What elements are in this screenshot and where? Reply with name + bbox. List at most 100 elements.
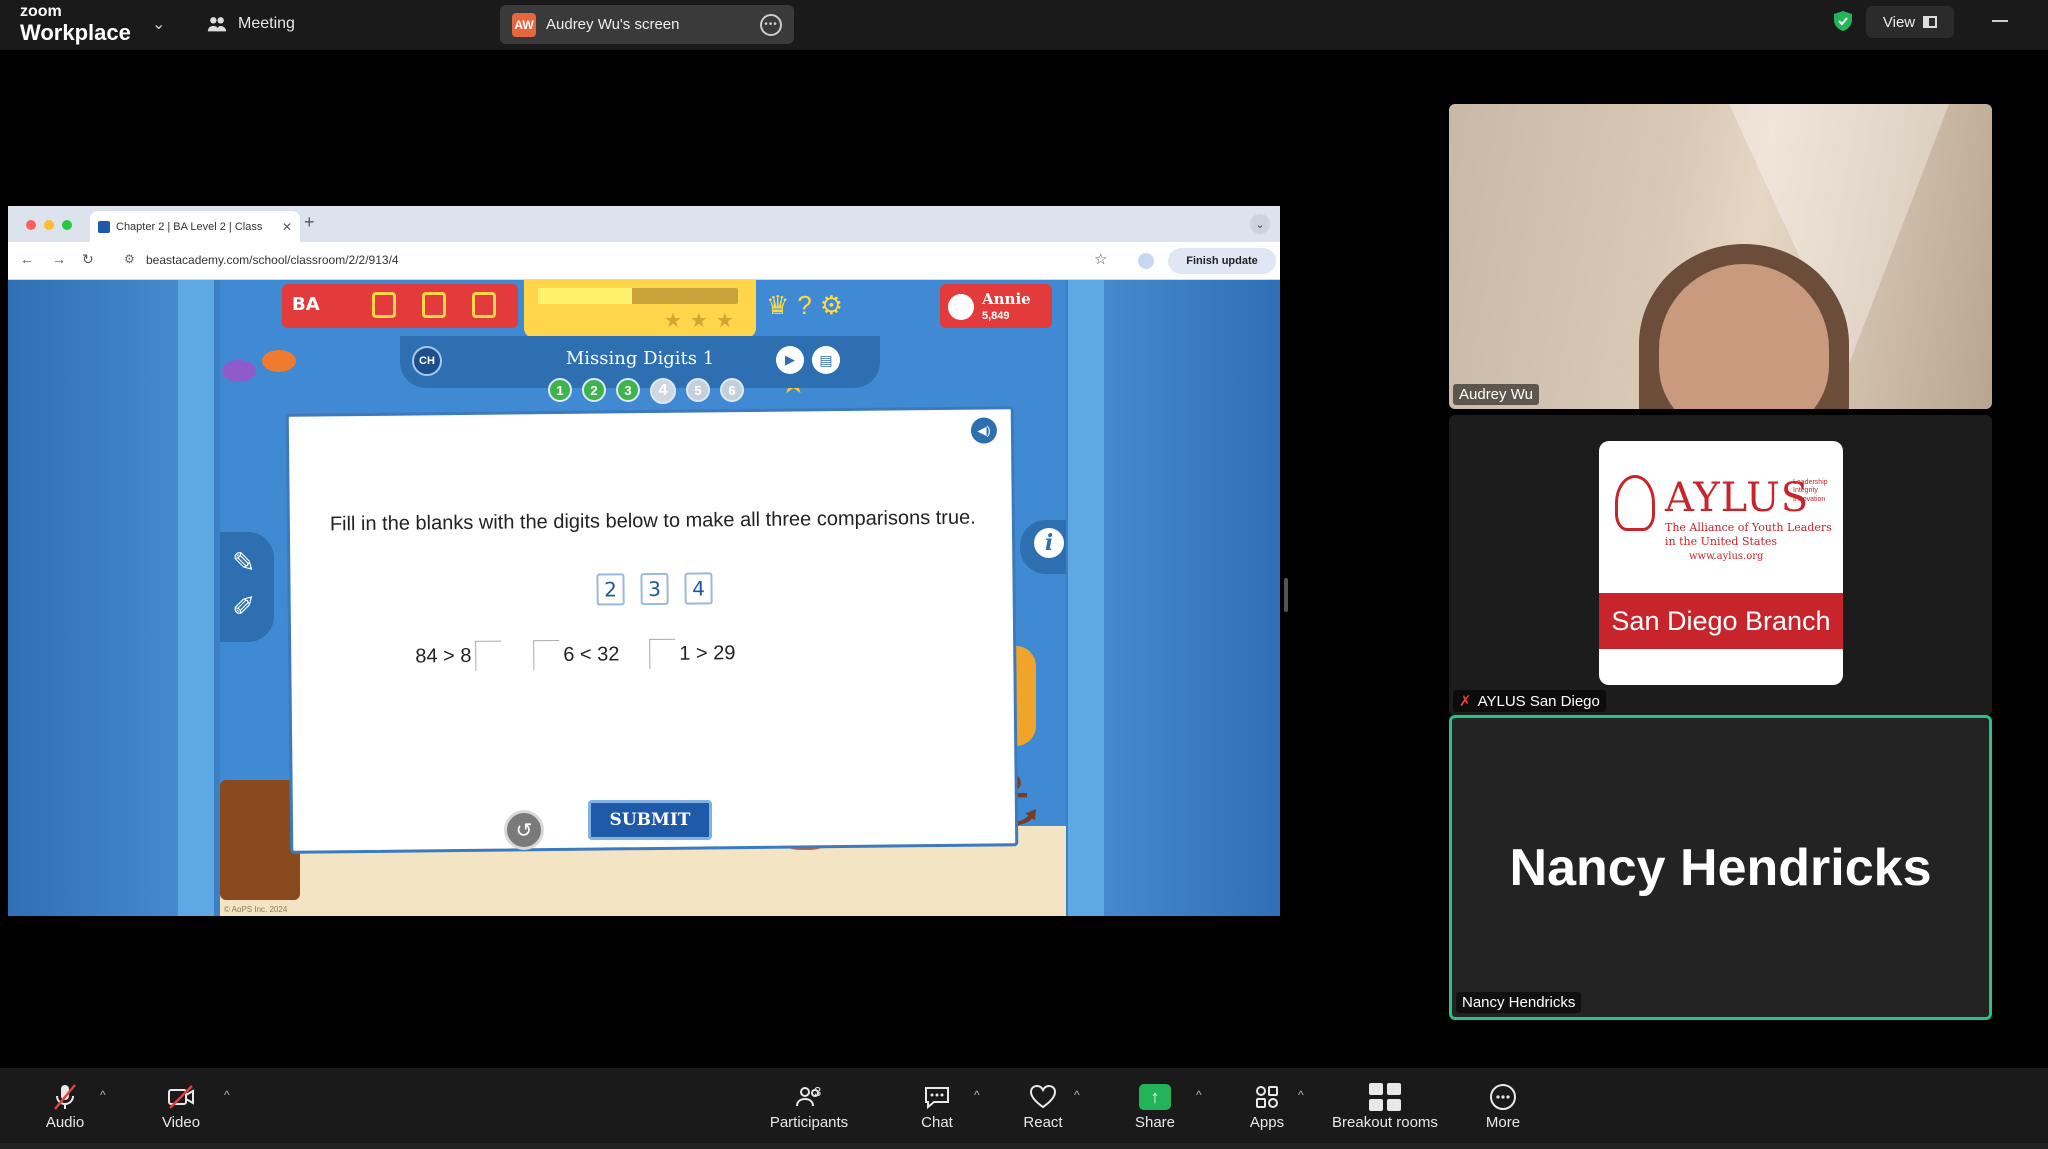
game-tools: ♛?⚙	[766, 290, 851, 321]
zoom-top-bar: zoom Workplace ⌄ Meeting AW Audrey Wu's …	[0, 0, 2048, 50]
favicon-icon	[98, 220, 110, 233]
more-options-icon[interactable]: •••	[760, 13, 782, 36]
new-tab-icon[interactable]: +	[304, 212, 315, 233]
share-options-caret-icon[interactable]: ^	[1196, 1088, 1202, 1102]
eraser-icon[interactable]: ✐	[232, 590, 255, 623]
split-drag-handle[interactable]	[1284, 578, 1288, 612]
book-icon[interactable]	[422, 292, 446, 318]
reset-icon[interactable]: ↺	[504, 810, 544, 850]
zoom-toolbar: Audio ^ Video ^ 3 Participants Chat ^ Re…	[0, 1068, 2048, 1149]
step-indicator[interactable]: 2	[582, 378, 606, 402]
audio-button[interactable]: Audio	[20, 1080, 110, 1131]
audio-options-caret-icon[interactable]: ^	[100, 1088, 106, 1102]
apps-options-caret-icon[interactable]: ^	[1298, 1088, 1304, 1102]
video-button[interactable]: Video	[136, 1080, 226, 1131]
speaker-icon[interactable]: ◀)	[970, 417, 998, 444]
security-shield-icon[interactable]	[1833, 10, 1853, 32]
video-tile-nancy[interactable]: Nancy Hendricks Nancy Hendricks	[1449, 715, 1992, 1020]
page-side-left	[8, 280, 214, 916]
minimize-window-dot[interactable]	[44, 220, 54, 230]
digit-tile[interactable]: 4	[684, 572, 713, 605]
reload-icon[interactable]: ↻	[82, 251, 94, 268]
sharer-avatar: AW	[512, 12, 536, 37]
participants-count: 3	[814, 1084, 822, 1099]
chevron-down-icon[interactable]: ⌄	[152, 14, 165, 34]
video-tile-audrey[interactable]: Audrey Wu	[1449, 104, 1992, 409]
aylus-name: AYLUS	[1665, 475, 1810, 521]
browser-tab-active[interactable]: Chapter 2 | BA Level 2 | Class ✕	[90, 211, 300, 242]
puzzle-icon[interactable]	[472, 292, 496, 318]
problem-prompt: Fill in the blanks with the digits below…	[329, 506, 976, 536]
answer-blank[interactable]	[533, 639, 560, 671]
ba-logo[interactable]: BA	[292, 294, 320, 315]
mic-muted-icon	[20, 1080, 110, 1114]
info-button[interactable]: i	[1020, 520, 1066, 574]
breakout-rooms-label: Breakout rooms	[1332, 1114, 1438, 1131]
view-button[interactable]: View	[1866, 6, 1954, 38]
share-screen-icon: ↑	[1110, 1080, 1200, 1114]
progress-fill	[538, 288, 632, 304]
breakout-rooms-button[interactable]: Breakout rooms	[1320, 1080, 1450, 1131]
digit-tile[interactable]: 2	[596, 573, 625, 606]
video-tile-aylus[interactable]: AYLUS Leadership Integrity Innovation Th…	[1449, 415, 1992, 716]
minimize-icon[interactable]	[1992, 20, 2008, 22]
meeting-menu[interactable]: Meeting	[206, 13, 295, 35]
lesson-book-icon[interactable]: ▤	[812, 346, 840, 374]
more-label: More	[1485, 1114, 1521, 1131]
viewing-screen-pill[interactable]: AW Audrey Wu's screen •••	[500, 5, 794, 44]
forward-icon[interactable]: →	[52, 251, 66, 267]
step-indicator[interactable]: 3	[616, 378, 640, 402]
url-field[interactable]: beastacademy.com/school/classroom/2/2/91…	[146, 253, 399, 267]
step-indicator[interactable]: 6	[720, 378, 744, 402]
fish-icon	[222, 360, 256, 382]
chat-options-caret-icon[interactable]: ^	[974, 1088, 980, 1102]
help-icon[interactable]: ?	[797, 290, 819, 320]
submit-button[interactable]: SUBMIT	[588, 800, 712, 840]
close-tab-icon[interactable]: ✕	[282, 220, 292, 234]
mic-muted-icon: ✗	[1459, 693, 1472, 710]
participants-button[interactable]: 3 Participants	[754, 1080, 864, 1131]
fish-icon	[262, 350, 296, 372]
share-button[interactable]: ↑ Share	[1110, 1080, 1200, 1131]
shared-screen[interactable]: Chapter 2 | BA Level 2 | Class ✕ + ⌄ ← →…	[8, 206, 1280, 916]
step-indicator[interactable]: 4	[650, 378, 676, 404]
react-options-caret-icon[interactable]: ^	[1074, 1088, 1080, 1102]
answer-blank[interactable]	[649, 638, 676, 670]
back-icon[interactable]: ←	[20, 251, 34, 267]
aylus-tagline: Leadership Integrity Innovation	[1793, 479, 1828, 503]
play-icon[interactable]: ▶	[776, 346, 804, 374]
comparison-3: 1 > 29	[649, 638, 736, 670]
more-button[interactable]: More	[1458, 1080, 1548, 1131]
site-info-icon[interactable]: ⚙	[124, 252, 135, 266]
comparison-text: 84 > 8	[415, 644, 472, 667]
finish-update-button[interactable]: Finish update	[1168, 248, 1276, 274]
bookmark-star-icon[interactable]: ☆	[1094, 250, 1107, 268]
layout-icon	[1923, 16, 1938, 28]
zoom-workplace-logo[interactable]: zoom Workplace	[20, 4, 131, 44]
participant-name-text: AYLUS San Diego	[1477, 692, 1600, 710]
answer-blank[interactable]	[475, 640, 502, 671]
react-label: React	[1023, 1114, 1063, 1131]
tab-search-icon[interactable]: ⌄	[1250, 214, 1270, 234]
step-indicator[interactable]: 5	[686, 378, 710, 402]
trophy-icon[interactable]: ♛	[766, 290, 797, 320]
settings-icon[interactable]: ⚙	[820, 290, 851, 320]
people-icon	[207, 17, 227, 32]
brand-zoom: zoom	[20, 3, 62, 20]
digit-tile[interactable]: 3	[640, 572, 669, 606]
user-badge[interactable]: Annie 5,849	[940, 284, 1052, 328]
home-icon[interactable]	[372, 292, 396, 318]
maximize-window-dot[interactable]	[62, 220, 72, 230]
beast-academy-page: ★ ⚓ BA ★★★ ♛?⚙	[8, 280, 1280, 916]
page-side-right	[1068, 280, 1280, 916]
chat-button[interactable]: Chat	[892, 1080, 982, 1131]
step-indicator[interactable]: 1	[548, 378, 572, 402]
game-nav: BA	[282, 284, 518, 328]
profile-icon[interactable]	[1138, 253, 1154, 269]
meeting-label: Meeting	[238, 15, 295, 32]
pencil-icon[interactable]: ✎	[232, 546, 255, 579]
more-icon	[1458, 1080, 1548, 1114]
close-window-dot[interactable]	[26, 220, 36, 230]
audio-label: Audio	[45, 1114, 85, 1131]
video-options-caret-icon[interactable]: ^	[224, 1088, 230, 1102]
